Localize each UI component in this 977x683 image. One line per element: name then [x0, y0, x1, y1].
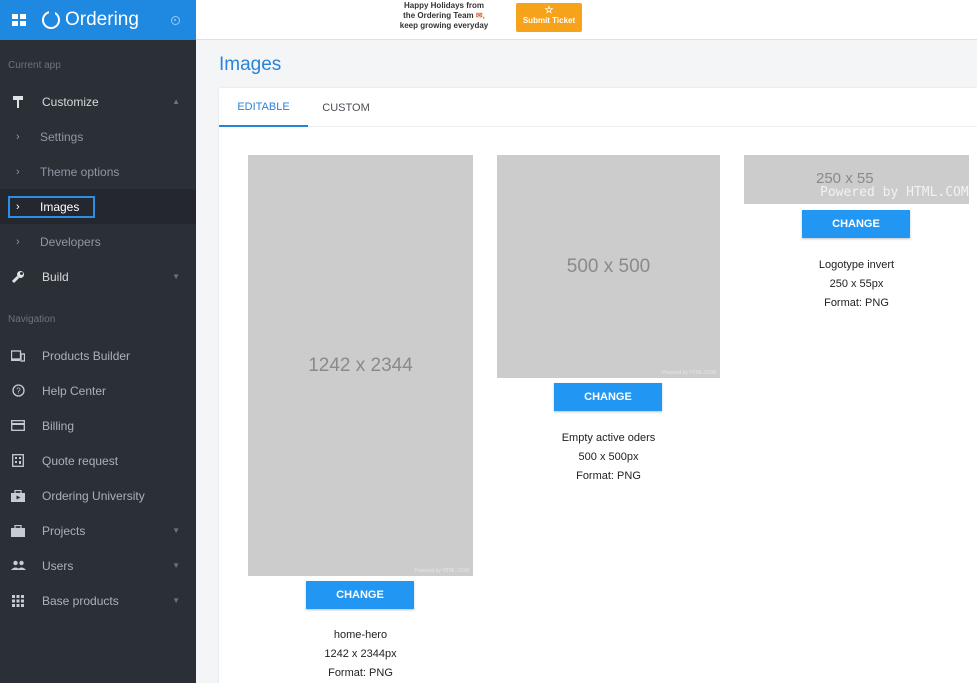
sidebar-item-label: Quote request — [42, 453, 119, 468]
sidebar-item-label: Customize — [42, 94, 99, 109]
holiday-line-1: Happy Holidays from — [403, 1, 484, 10]
sidebar-item-billing[interactable]: Billing — [0, 408, 196, 443]
wrench-icon — [10, 269, 26, 285]
top-bar — [196, 0, 977, 40]
powered-by-watermark: Powered by HTML.COM — [820, 185, 969, 200]
chevron-down-icon: ▼ — [172, 526, 180, 535]
tab-custom[interactable]: CUSTOM — [308, 88, 384, 127]
sidebar-subitem-label: Images — [40, 199, 80, 214]
holiday-line-2-text: the Ordering Team — [403, 11, 474, 20]
image-size: 1242 x 2344px — [324, 648, 397, 660]
active-highlight: › Images — [8, 195, 96, 218]
change-button-home-hero[interactable]: CHANGE — [306, 581, 414, 609]
image-preview-home-hero: 1242 x 2344 Powered by HTML.COM — [248, 155, 473, 576]
sidebar-item-products-builder[interactable]: Products Builder — [0, 338, 196, 373]
image-info-empty-active-orders: Empty active oders 500 x 500px Format: P… — [497, 429, 720, 486]
svg-text:?: ? — [16, 387, 21, 396]
chevron-up-icon: ▲ — [172, 97, 180, 106]
sidebar-item-label: Products Builder — [42, 348, 131, 363]
ordering-logo-icon — [42, 10, 60, 29]
change-button-empty-active-orders[interactable]: CHANGE — [554, 383, 662, 411]
sidebar-item-ordering-university[interactable]: Ordering University — [0, 478, 196, 513]
sidebar-item-label: Users — [42, 558, 74, 573]
video-case-icon — [10, 488, 26, 504]
sidebar-subitem-settings[interactable]: › Settings — [0, 119, 196, 154]
image-preview-logotype-invert: 250 x 55 Powered by HTML.COM — [744, 155, 969, 204]
tab-bar: EDITABLE CUSTOM — [219, 88, 977, 127]
chevron-right-icon: › — [16, 235, 20, 248]
credit-card-icon — [10, 418, 26, 434]
chevron-right-icon: › — [16, 130, 20, 143]
menu-grid-icon[interactable] — [12, 14, 26, 26]
holiday-line-2: the Ordering Team ✉, — [389, 11, 499, 21]
sidebar-item-base-products[interactable]: Base products ▼ — [0, 583, 196, 618]
submit-ticket-label: Submit Ticket — [522, 16, 576, 25]
sidebar-subitem-label: Settings — [40, 129, 84, 144]
chevron-right-icon: › — [16, 165, 20, 178]
sidebar-item-build[interactable]: Build ▼ — [0, 259, 196, 294]
image-size: 250 x 55px — [829, 278, 884, 290]
change-button-logotype-invert[interactable]: CHANGE — [802, 210, 910, 238]
shooting-star-icon: ☆ — [544, 5, 554, 16]
page-title: Images — [219, 54, 282, 75]
radio-icon[interactable] — [171, 15, 180, 25]
sidebar-header: Ordering — [0, 0, 196, 40]
section-current-app: Current app — [8, 59, 61, 71]
image-info-home-hero: home-hero 1242 x 2344px Format: PNG — [248, 626, 473, 683]
chevron-right-icon: › — [16, 200, 20, 213]
image-preview-empty-active-orders: 500 x 500 Powered by HTML.COM — [497, 155, 720, 378]
chevron-down-icon: ▼ — [172, 272, 180, 281]
calculator-icon — [10, 453, 26, 469]
image-name: Logotype invert — [818, 259, 895, 271]
powered-by-watermark: Powered by HTML.COM — [414, 568, 469, 574]
sidebar-subitem-theme-options[interactable]: › Theme options — [0, 154, 196, 189]
powered-by-watermark: Powered by HTML.COM — [661, 370, 716, 376]
sidebar-item-projects[interactable]: Projects ▼ — [0, 513, 196, 548]
users-icon — [10, 558, 26, 574]
sidebar-item-label: Base products — [42, 593, 119, 608]
briefcase-icon — [10, 523, 26, 539]
sidebar-subitem-label: Developers — [40, 234, 101, 249]
submit-ticket-button[interactable]: ☆ Submit Ticket — [516, 3, 582, 32]
apps-grid-icon — [10, 593, 26, 609]
sidebar-item-label: Projects — [42, 523, 86, 538]
paint-roller-icon — [10, 94, 26, 110]
holiday-message: Happy Holidays from the Ordering Team ✉,… — [389, 0, 499, 31]
sidebar-item-customize[interactable]: Customize ▲ — [0, 84, 196, 119]
image-size: 500 x 500px — [578, 451, 639, 463]
sidebar-item-label: Help Center — [42, 383, 107, 398]
tab-editable[interactable]: EDITABLE — [219, 88, 308, 127]
sidebar-subitem-developers[interactable]: › Developers — [0, 224, 196, 259]
image-name: home-hero — [333, 629, 388, 641]
image-placeholder-label: 1242 x 2344 — [308, 354, 413, 376]
sidebar-item-help-center[interactable]: ? Help Center — [0, 373, 196, 408]
image-info-logotype-invert: Logotype invert 250 x 55px Format: PNG — [744, 256, 969, 313]
sidebar-item-quote-request[interactable]: Quote request — [0, 443, 196, 478]
sidebar-item-label: Ordering University — [42, 488, 145, 503]
image-placeholder-label: 500 x 500 — [566, 255, 651, 277]
holiday-line-3: keep growing everyday — [399, 21, 489, 30]
image-format: Format: PNG — [328, 667, 393, 679]
sidebar-item-label: Billing — [42, 418, 75, 433]
chevron-down-icon: ▼ — [172, 561, 180, 570]
holiday-emoji-icon: ✉, — [475, 11, 485, 20]
section-navigation: Navigation — [8, 313, 56, 325]
image-format: Format: PNG — [824, 297, 889, 309]
image-name: Empty active oders — [561, 432, 656, 444]
devices-icon — [10, 348, 26, 364]
chevron-down-icon: ▼ — [172, 596, 180, 605]
image-format: Format: PNG — [576, 470, 641, 482]
sidebar-item-users[interactable]: Users ▼ — [0, 548, 196, 583]
help-circle-icon: ? — [10, 383, 26, 399]
sidebar-item-label: Build — [42, 269, 69, 284]
sidebar-subitem-label: Theme options — [40, 164, 120, 179]
app-logo[interactable]: Ordering — [42, 9, 139, 31]
sidebar-subitem-images[interactable]: › Images — [0, 189, 196, 224]
app-name: Ordering — [65, 9, 139, 30]
sidebar: Ordering Current app Customize ▲ › Setti… — [0, 0, 196, 683]
